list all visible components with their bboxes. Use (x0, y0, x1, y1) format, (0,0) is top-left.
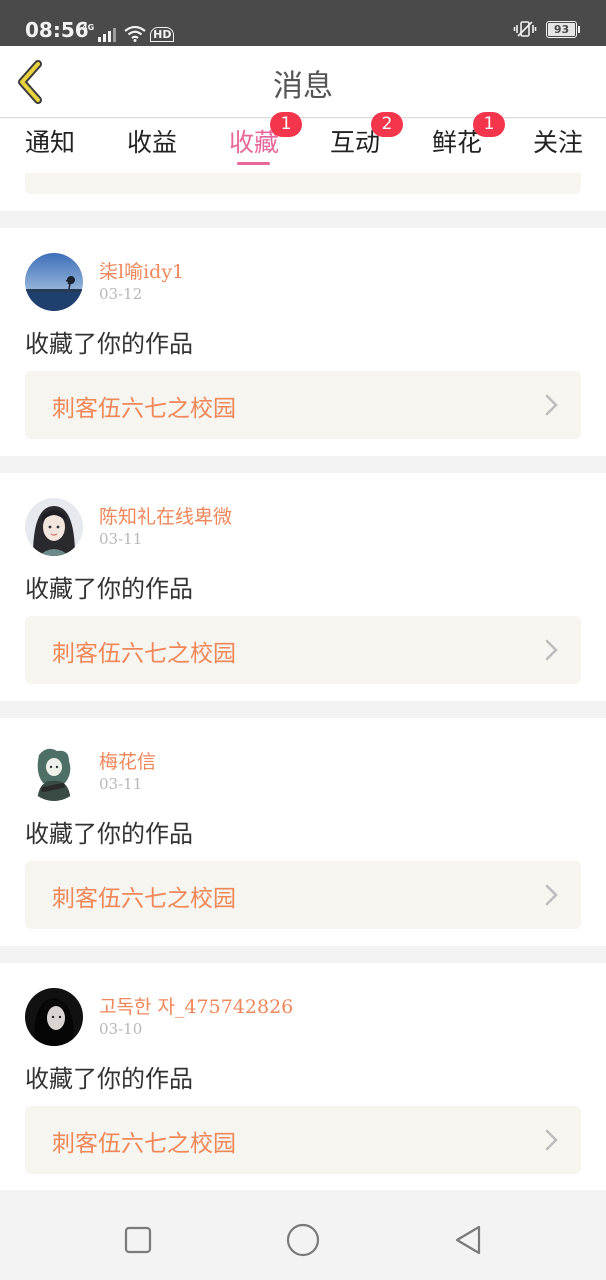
circle-icon (286, 1223, 320, 1257)
action-text: 收藏了你的作品 (25, 575, 193, 603)
work-title: 刺客伍六七之校园 (52, 1131, 236, 1157)
list-item: 梅花信 03-11 收藏了你的作品 刺客伍六七之校园 (0, 718, 606, 946)
system-nav-bar (0, 1190, 606, 1280)
message-date: 03-12 (99, 285, 143, 303)
action-text: 收藏了你的作品 (25, 1065, 193, 1093)
message-date: 03-11 (99, 530, 143, 548)
interactions-badge: 2 (371, 112, 403, 137)
action-text: 收藏了你的作品 (25, 820, 193, 848)
work-link[interactable]: 刺客伍六七之校园 (25, 1106, 581, 1174)
network-type-label: 4G (82, 23, 95, 32)
status-icons-right: 93 (513, 20, 580, 38)
flowers-badge: 1 (473, 112, 505, 137)
message-date: 03-10 (99, 1020, 143, 1038)
status-bar: 08:56 4G HD 93 (0, 0, 606, 46)
tab-earnings[interactable]: 收益 (127, 123, 177, 159)
triangle-back-icon (455, 1225, 481, 1255)
message-date: 03-11 (99, 775, 143, 793)
work-link[interactable]: 刺客伍六七之校园 (25, 616, 581, 684)
battery-icon: 93 (546, 20, 580, 38)
list-item: 柒l喻idy1 03-12 收藏了你的作品 刺客伍六七之校园 (0, 228, 606, 456)
chevron-right-icon (545, 884, 558, 906)
avatar[interactable] (25, 743, 83, 801)
recent-apps-button[interactable] (118, 1220, 158, 1260)
status-icons-left: 4G HD (82, 18, 175, 42)
username[interactable]: 梅花信 (99, 747, 156, 774)
battery-level: 93 (548, 22, 575, 36)
chevron-right-icon (545, 394, 558, 416)
app-header: 消息 (0, 46, 606, 118)
work-title: 刺客伍六七之校园 (52, 641, 236, 667)
wifi-icon (124, 26, 146, 42)
square-icon (124, 1226, 152, 1254)
avatar[interactable] (25, 498, 83, 556)
work-title: 刺客伍六七之校园 (52, 396, 236, 422)
home-button[interactable] (283, 1220, 323, 1260)
work-link-partial[interactable] (25, 173, 581, 194)
vibrate-icon (513, 21, 537, 37)
tab-bar: 通知 收益 收藏 1 互动 2 鲜花 1 关注 (0, 112, 606, 173)
hd-icon: HD (150, 27, 175, 42)
username[interactable]: 陈知礼在线卑微 (99, 502, 232, 529)
favorites-badge: 1 (270, 112, 302, 137)
username[interactable]: 고독한 자_475742826 (99, 992, 293, 1019)
tab-notifications[interactable]: 通知 (25, 123, 75, 159)
list-item: 陈知礼在线卑微 03-11 收藏了你的作品 刺客伍六七之校园 (0, 473, 606, 701)
work-link[interactable]: 刺客伍六七之校园 (25, 371, 581, 439)
status-time: 08:56 (25, 18, 89, 42)
avatar[interactable] (25, 253, 83, 311)
work-link[interactable]: 刺客伍六七之校园 (25, 861, 581, 929)
active-tab-indicator (237, 162, 270, 165)
chevron-right-icon (545, 1129, 558, 1151)
tab-follows[interactable]: 关注 (533, 123, 583, 159)
action-text: 收藏了你的作品 (25, 330, 193, 358)
avatar[interactable] (25, 988, 83, 1046)
page-title: 消息 (273, 69, 333, 104)
list-item: 고독한 자_475742826 03-10 收藏了你的作品 刺客伍六七之校园 (0, 963, 606, 1191)
signal-icon (98, 28, 117, 42)
system-back-button[interactable] (448, 1220, 488, 1260)
list-item-partial (0, 173, 606, 211)
chevron-right-icon (545, 639, 558, 661)
work-title: 刺客伍六七之校园 (52, 886, 236, 912)
username[interactable]: 柒l喻idy1 (99, 257, 184, 284)
